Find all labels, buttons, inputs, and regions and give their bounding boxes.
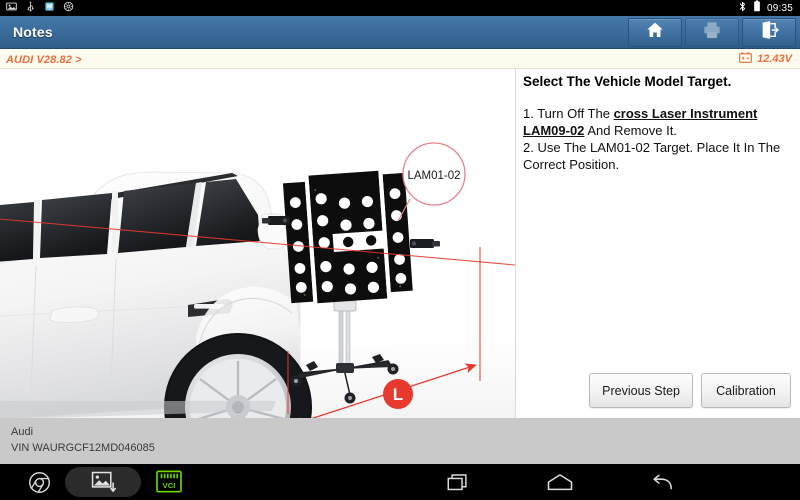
vci-label: VCI (163, 481, 176, 490)
calibration-button[interactable]: Calibration (701, 373, 791, 408)
vehicle-vin: VIN WAURGCF12MD046085 (11, 442, 155, 455)
status-bar-clock: 09:35 (766, 2, 793, 14)
action-button-row: Previous Step Calibration (516, 373, 800, 408)
chrome-button[interactable] (28, 471, 51, 494)
nav-right-group (320, 473, 800, 492)
car-battery-icon (739, 50, 753, 68)
instruction-step-2: 2. Use The LAM01-02 Target. Place It In … (523, 140, 781, 173)
usb-icon (25, 0, 36, 17)
status-bar-right-icons: 09:35 (738, 0, 800, 17)
instruction-step-1: 1. Turn Off The cross Laser Instrument L… (523, 105, 794, 139)
nav-left-group: VCI (0, 467, 320, 497)
diagram-pane: L LAM01-02 (0, 69, 515, 418)
back-arrow-icon (653, 474, 672, 489)
printer-icon (702, 20, 722, 45)
distance-label: L (393, 385, 403, 404)
android-nav-bar: VCI (0, 464, 800, 500)
previous-step-button[interactable]: Previous Step (589, 373, 693, 408)
vci-icon: VCI (156, 470, 182, 493)
battery-icon (753, 0, 761, 17)
vehicle-illustration (0, 171, 312, 418)
vehicle-info-bar: AUDI V28.82 > 12.43V (0, 49, 800, 69)
back-button[interactable] (651, 473, 673, 492)
vci-button[interactable]: VCI (155, 470, 183, 494)
app-root: 09:35 Notes AUDI V28.82 > 12.43V L LAM01… (0, 0, 800, 500)
settings-icon (63, 0, 74, 17)
step-1-prefix: 1. Turn Off The (523, 105, 614, 121)
vehicle-make: Audi (11, 426, 34, 438)
chrome-icon (29, 471, 50, 493)
breadcrumb[interactable]: AUDI V28.82 > (0, 50, 739, 68)
main-content: L LAM01-02 Select The Vehicle Model Targ… (0, 69, 800, 418)
screenshot-capture-icon (91, 471, 116, 492)
instructions-pane: Select The Vehicle Model Target. 1. Turn… (516, 69, 800, 418)
page-title: Notes (13, 24, 53, 40)
screenshot-icon (6, 0, 17, 17)
exit-icon (759, 20, 780, 45)
voltage-indicator: 12.43V (739, 50, 800, 68)
callout-label: LAM01-02 (407, 170, 460, 182)
status-bar-left-icons (0, 0, 738, 17)
step-1-suffix: And Remove It. (584, 123, 677, 139)
breadcrumb-label: AUDI V28.82 > (6, 53, 82, 66)
recents-button[interactable] (447, 473, 469, 492)
home-nav-button[interactable] (547, 473, 573, 492)
print-button[interactable] (685, 17, 739, 47)
instruction-title: Select The Vehicle Model Target. (523, 74, 732, 89)
home-button[interactable] (628, 17, 682, 47)
calibration-diagram: L LAM01-02 (0, 69, 515, 418)
home-icon (645, 20, 665, 45)
voltage-value: 12.43V (757, 52, 792, 65)
android-status-bar: 09:35 (0, 0, 800, 16)
recents-icon (447, 473, 467, 490)
exit-button[interactable] (742, 17, 796, 47)
home-outline-icon (547, 473, 573, 490)
app-header: Notes (0, 16, 800, 49)
header-action-buttons (625, 16, 800, 49)
app-icon (44, 0, 55, 17)
vehicle-footer: Audi VIN WAURGCF12MD046085 (0, 418, 800, 464)
bluetooth-icon (738, 0, 747, 17)
screenshot-button[interactable] (65, 467, 141, 497)
